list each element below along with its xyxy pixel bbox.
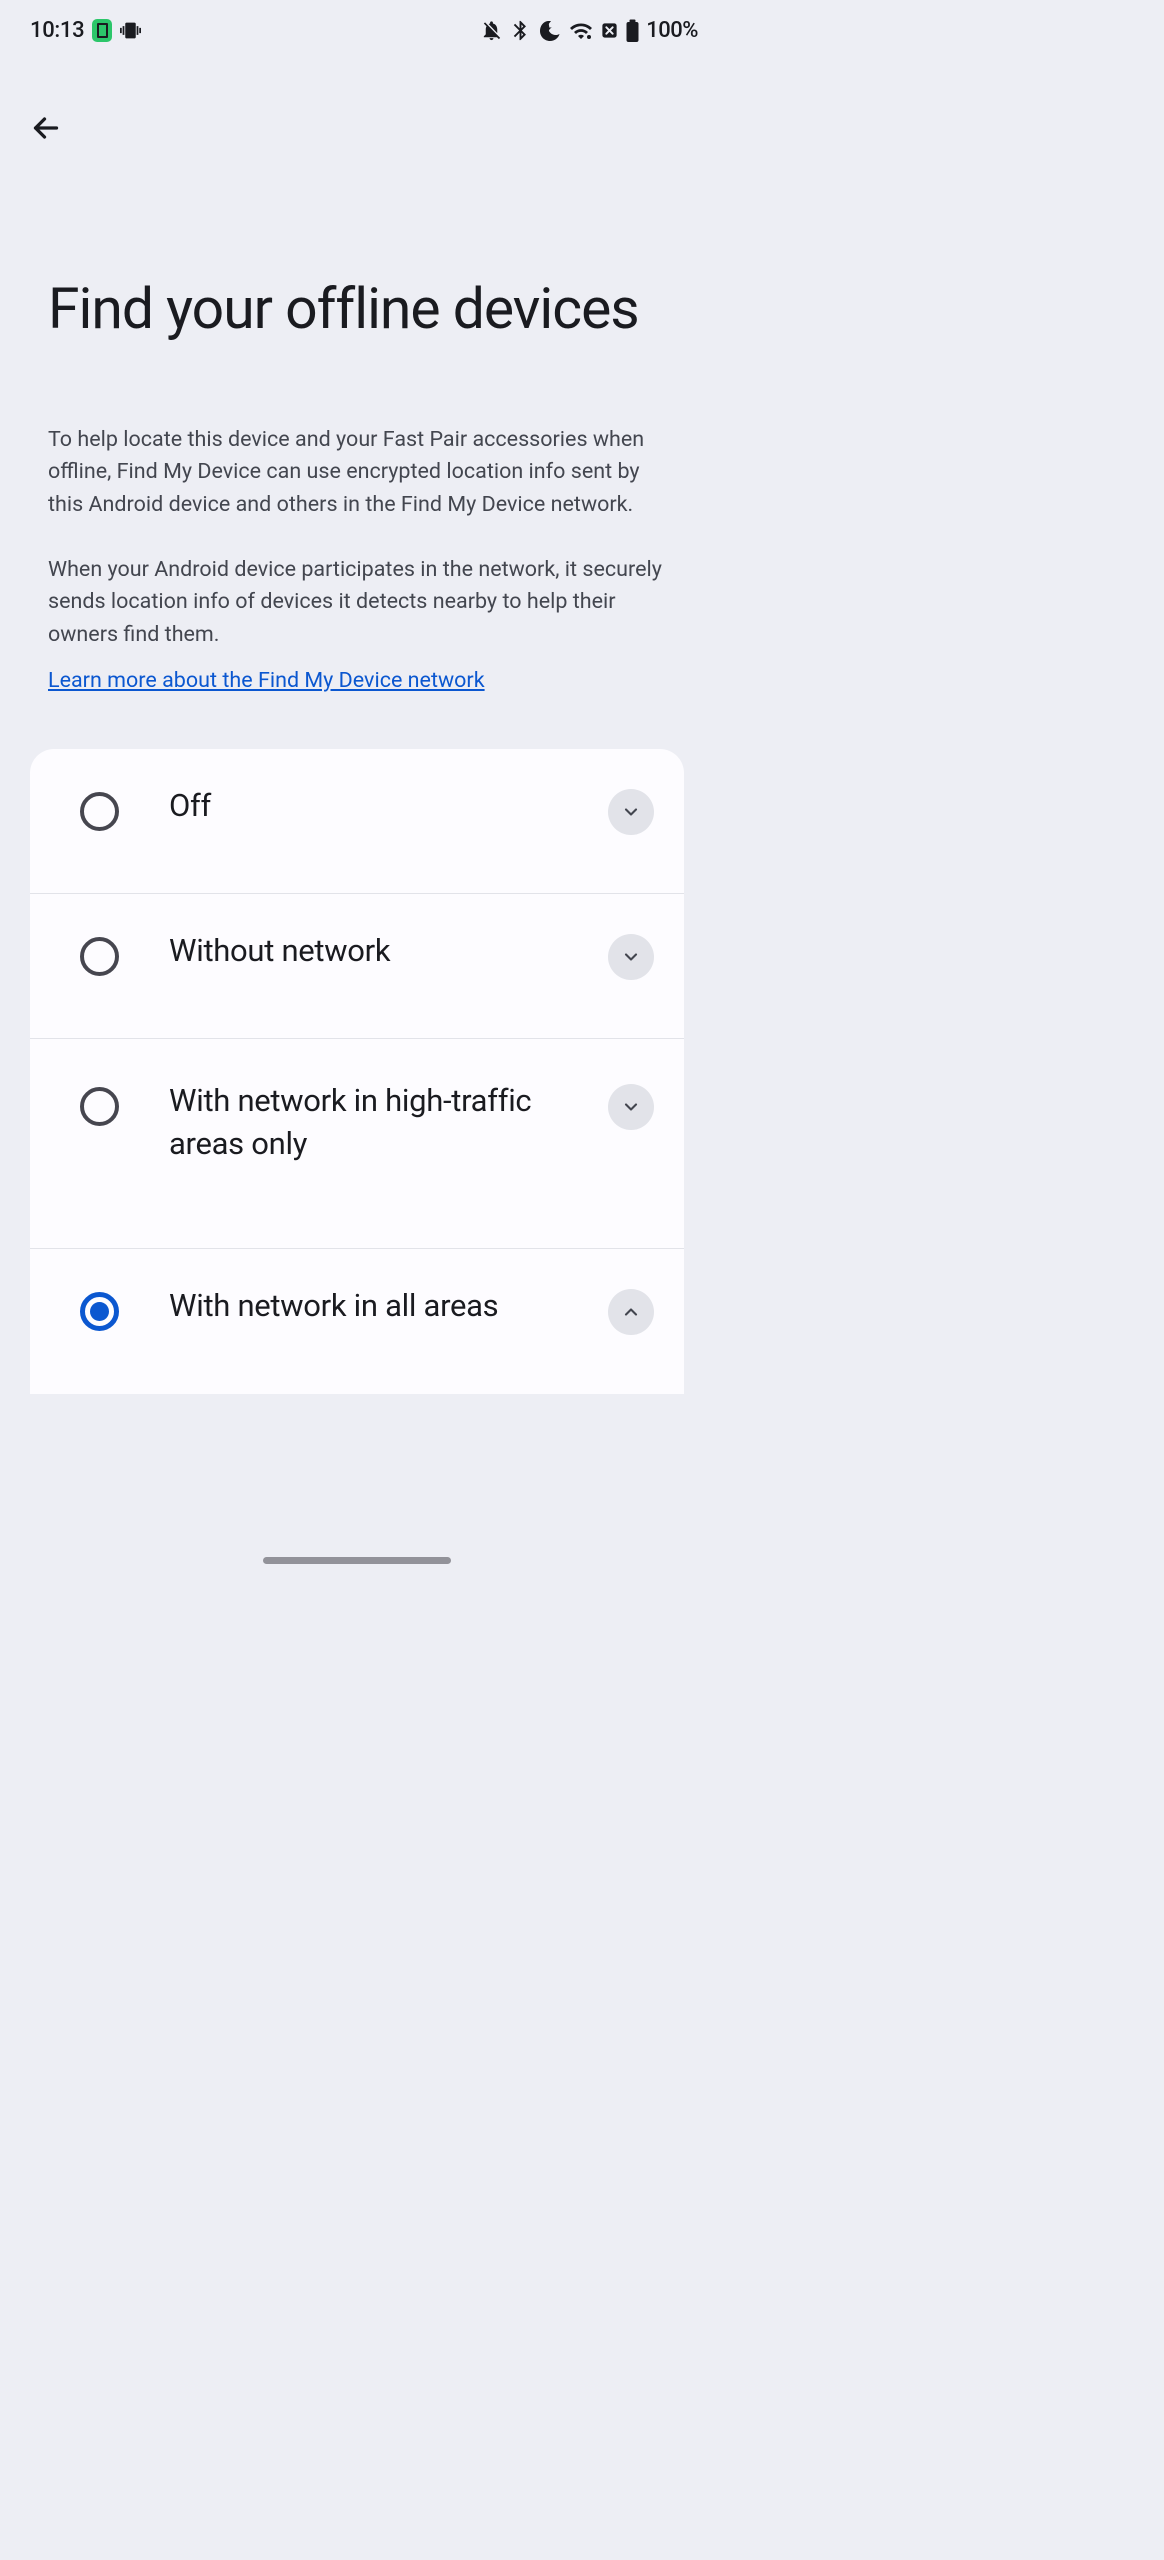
collapse-button[interactable] (608, 1289, 654, 1335)
status-bar: 10:13 100% (0, 0, 714, 50)
description-area: To help locate this device and your Fast… (0, 342, 714, 693)
expand-button[interactable] (608, 1084, 654, 1130)
no-sim-icon (600, 21, 619, 40)
radio-button-inner (90, 1302, 109, 1321)
header-area: Find your offline devices (0, 152, 714, 342)
chevron-down-icon (621, 947, 641, 967)
expand-button[interactable] (608, 934, 654, 980)
radio-button[interactable] (80, 1292, 119, 1331)
chevron-down-icon (621, 1097, 641, 1117)
expand-button[interactable] (608, 789, 654, 835)
app-bar (0, 50, 714, 152)
option-all-areas[interactable]: With network in all areas (30, 1249, 684, 1394)
battery-percent: 100% (646, 18, 698, 43)
radio-button[interactable] (80, 792, 119, 831)
status-time: 10:13 (30, 18, 84, 43)
back-button[interactable] (22, 104, 70, 152)
battery-icon (625, 19, 640, 43)
dnd-moon-icon (538, 19, 562, 43)
option-high-traffic[interactable]: With network in high-traffic areas only (30, 1039, 684, 1249)
chevron-up-icon (621, 1302, 641, 1322)
description-paragraph-2: When your Android device participates in… (48, 554, 666, 652)
radio-button[interactable] (80, 1087, 119, 1126)
status-bar-left: 10:13 (30, 18, 141, 43)
page-title: Find your offline devices (48, 276, 666, 342)
option-without-network[interactable]: Without network (30, 894, 684, 1039)
learn-more-link[interactable]: Learn more about the Find My Device netw… (48, 668, 485, 693)
option-label: With network in all areas (169, 1284, 608, 1327)
notifications-off-icon (480, 19, 503, 42)
battery-saver-icon (92, 19, 112, 42)
option-label: Without network (169, 929, 608, 972)
description-paragraph-1: To help locate this device and your Fast… (48, 424, 666, 522)
option-off[interactable]: Off (30, 749, 684, 894)
bluetooth-icon (509, 19, 532, 42)
chevron-down-icon (621, 802, 641, 822)
status-bar-right: 100% (480, 18, 698, 43)
radio-button[interactable] (80, 937, 119, 976)
vibrate-icon (120, 20, 141, 41)
arrow-back-icon (28, 110, 64, 146)
wifi-icon (568, 19, 594, 43)
option-label: Off (169, 784, 608, 827)
options-card: Off Without network With network in high… (30, 749, 684, 1394)
option-label: With network in high-traffic areas only (169, 1079, 608, 1166)
nav-handle[interactable] (263, 1557, 451, 1564)
